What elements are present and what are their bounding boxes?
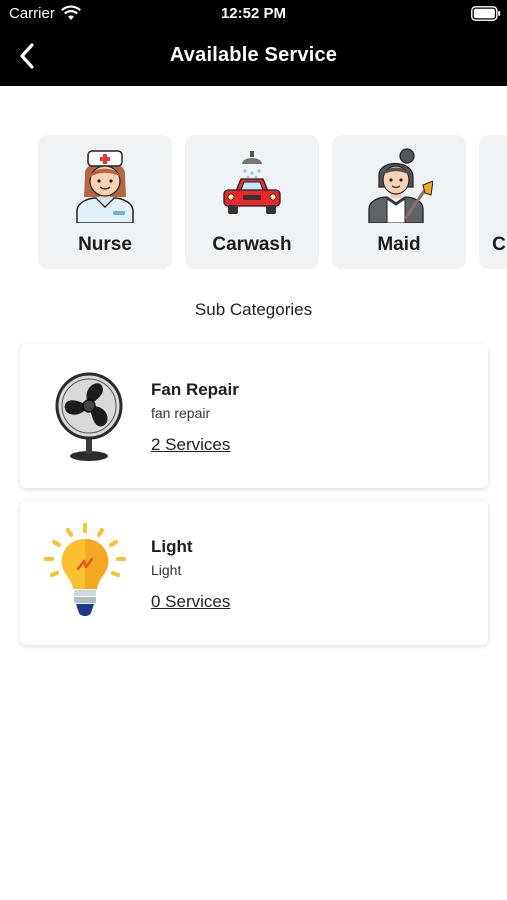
page-title: Available Service: [169, 44, 338, 66]
category-card-nurse[interactable]: Nurse: [38, 135, 172, 269]
category-carousel[interactable]: Nurse Carwash Maid C: [0, 135, 507, 271]
light-bulb-icon: [44, 523, 126, 616]
sub-category-name: Fan Repair: [151, 380, 239, 399]
sub-category-card-light[interactable]: Light Light 0 Services: [20, 501, 488, 645]
services-count-link[interactable]: 2 Services: [151, 435, 230, 455]
maid-icon: [368, 148, 433, 223]
category-label: Carwash: [212, 234, 292, 255]
nurse-icon: [76, 150, 134, 223]
status-time: 12:52 PM: [220, 5, 287, 22]
category-label: Nurse: [78, 234, 132, 255]
sub-categories-title: Sub Categories: [194, 300, 313, 319]
sub-category-description: fan repair: [151, 405, 211, 421]
sub-category-description: Light: [151, 562, 182, 578]
carwash-icon: [223, 151, 281, 214]
category-card-carwash[interactable]: Carwash: [185, 135, 319, 269]
battery-icon: [471, 6, 501, 21]
category-label: C: [492, 234, 506, 255]
services-count-link[interactable]: 0 Services: [151, 592, 230, 612]
sub-category-name: Light: [151, 537, 193, 556]
sub-category-card-fan-repair[interactable]: Fan Repair fan repair 2 Services: [20, 344, 488, 488]
status-bar: Carrier 12:52 PM: [0, 0, 507, 28]
nav-bar: Available Service: [0, 28, 507, 86]
fan-icon: [55, 372, 123, 461]
category-card-partial[interactable]: C: [479, 135, 507, 269]
